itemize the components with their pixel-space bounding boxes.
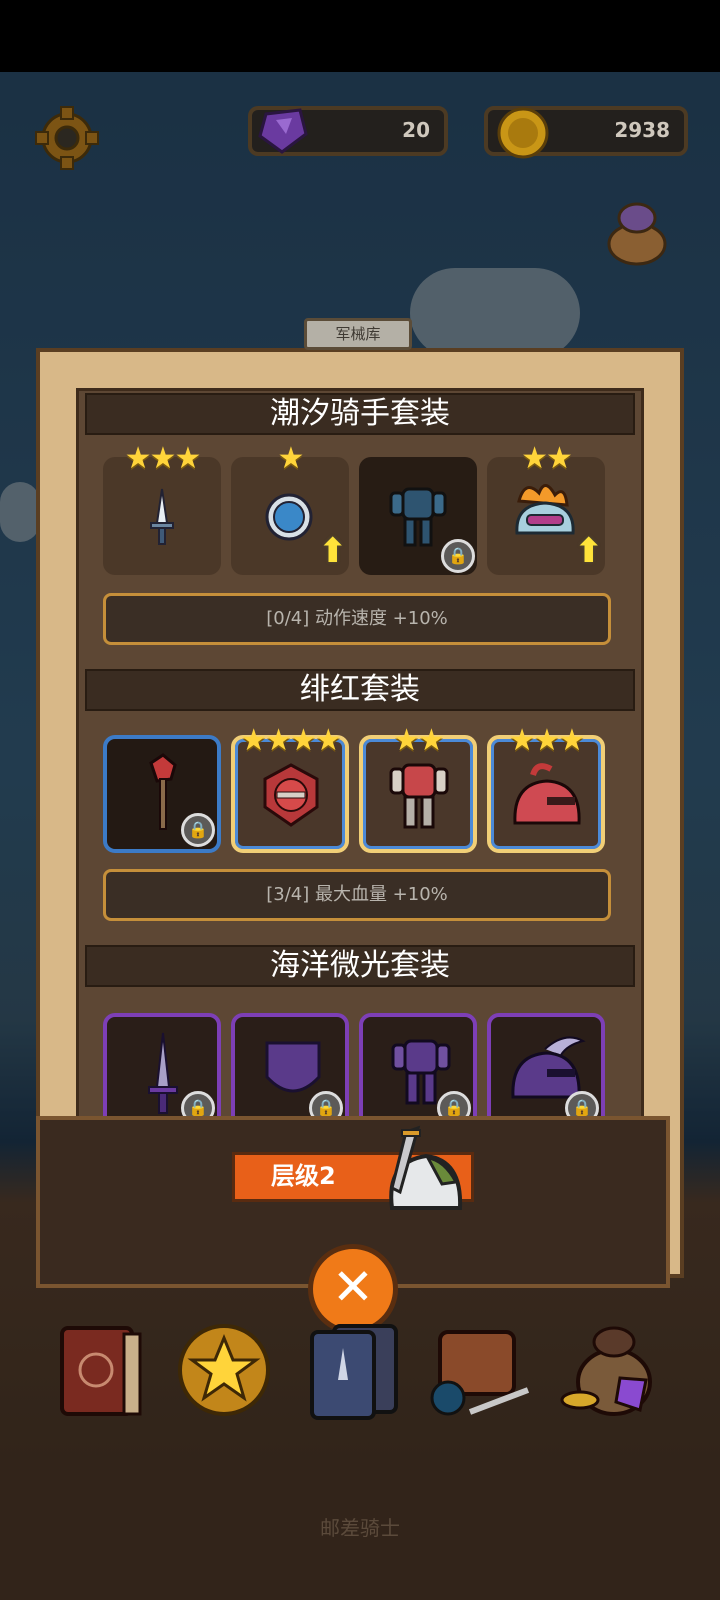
gem-counter[interactable]: 20 [248, 106, 448, 156]
flame-helmet-icon [515, 484, 575, 535]
equipment-slot-locked[interactable]: 🔒 [103, 1013, 221, 1127]
upgrade-arrow-icon: ⬆ [318, 531, 348, 571]
star-rating: ★★ [521, 441, 573, 476]
purple-gem-icon [258, 108, 308, 154]
dagger-icon [150, 488, 174, 545]
red-helmet-icon [513, 763, 581, 825]
blue-ring-icon [265, 493, 313, 541]
settings-gear-icon[interactable] [34, 105, 100, 171]
set-title-ocean-glimmer: 海洋微光套装 [85, 945, 635, 987]
purple-sword-icon [148, 1032, 178, 1114]
equipment-slot-locked[interactable]: 🔒 [103, 735, 221, 853]
equipment-slot[interactable]: ★ ⬆ [231, 441, 349, 575]
gem-bag-icon[interactable] [558, 1320, 658, 1420]
star-coin-icon[interactable] [176, 1320, 276, 1420]
equipment-slot-locked[interactable]: 🔒 [487, 1013, 605, 1127]
book-icon[interactable] [54, 1320, 154, 1420]
set-title-crimson: 绯红套装 [85, 669, 635, 711]
gem-count: 20 [402, 118, 430, 142]
red-armor-icon [389, 763, 449, 829]
equipment-slot[interactable]: ★★★★ [231, 723, 349, 853]
game-title-text: 邮差骑士 [320, 1516, 400, 1540]
knight-helmet-icon [389, 1125, 463, 1210]
armory-sets-list[interactable]: 潮汐骑手套装 ★★★ ★ ⬆ 🔒 ★★ ⬆ [0/4] 动作速度 +10% 绯红… [76, 388, 644, 1130]
set-bonus-text: [3/4] 最大血量 +10% [103, 869, 611, 921]
equipment-slot[interactable]: ★★★ [487, 723, 605, 853]
star-rating: ★ [277, 441, 305, 476]
equipment-slot[interactable]: ★★★ [103, 441, 221, 575]
lock-icon: 🔒 [181, 813, 215, 847]
equipment-slot-locked[interactable]: 🔒 [359, 457, 477, 575]
gem-sack-icon[interactable] [606, 200, 668, 266]
star-rating: ★★★★ [240, 723, 342, 758]
set-title-tidal-rider: 潮汐骑手套装 [85, 393, 635, 435]
armor-icon [389, 487, 447, 547]
equipment-slot[interactable]: ★★ ⬆ [487, 441, 605, 575]
star-rating: ★★★ [124, 441, 202, 476]
coin-count: 2938 [614, 118, 670, 142]
equipment-slot-locked[interactable]: 🔒 [231, 1013, 349, 1127]
card-deck-icon[interactable] [304, 1320, 404, 1420]
lock-icon: 🔒 [441, 539, 475, 573]
red-mace-icon [149, 753, 177, 830]
red-shield-icon [263, 763, 319, 827]
equipment-slot[interactable]: ★★ [359, 723, 477, 853]
upgrade-arrow-icon: ⬆ [574, 531, 604, 571]
armory-tab-label: 军械库 [304, 318, 412, 350]
star-rating: ★★ [393, 723, 445, 758]
set-bonus-text: [0/4] 动作速度 +10% [103, 593, 611, 645]
equipment-slot-locked[interactable]: 🔒 [359, 1013, 477, 1127]
backpack-icon[interactable] [430, 1320, 530, 1420]
gold-coin-icon [497, 107, 549, 159]
coin-counter[interactable]: 2938 [484, 106, 688, 159]
star-rating: ★★★ [508, 723, 586, 758]
